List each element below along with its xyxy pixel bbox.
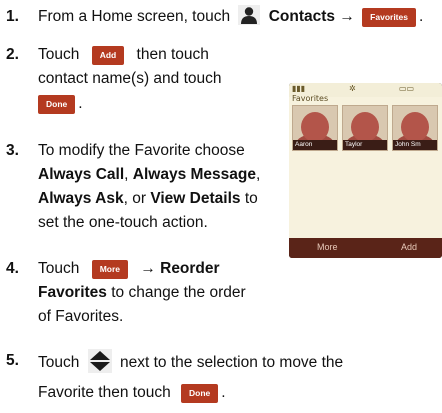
step-text: Touch bbox=[38, 260, 80, 277]
step-punct: . bbox=[78, 95, 83, 112]
step-punct: , bbox=[256, 166, 261, 183]
step-text: set the one-touch action. bbox=[38, 214, 208, 231]
step-punct: , bbox=[124, 166, 129, 183]
step-text: to bbox=[244, 190, 258, 207]
favorite-tile[interactable]: Aaron bbox=[292, 105, 338, 151]
contacts-label: Contacts → bbox=[268, 8, 355, 25]
step-text: of Favorites. bbox=[38, 308, 124, 325]
step-punct: . bbox=[221, 384, 226, 401]
step-number: 1. bbox=[6, 8, 19, 25]
add-button[interactable]: Add bbox=[91, 46, 125, 65]
softkey-add[interactable]: Add bbox=[401, 242, 417, 252]
step-number: 2. bbox=[6, 46, 19, 63]
step-text: , or bbox=[123, 190, 146, 207]
reorder-label: → Reorder bbox=[140, 260, 220, 277]
step-text: then touch bbox=[136, 46, 209, 63]
step-number: 4. bbox=[6, 260, 19, 277]
favorites-label: Favorites bbox=[38, 284, 107, 301]
favorites-button[interactable]: Favorites bbox=[362, 8, 416, 27]
step-text: next to the selection to move the bbox=[120, 354, 344, 371]
step-text: Touch bbox=[38, 46, 80, 63]
option-always-message: Always Message bbox=[132, 166, 256, 183]
phone-softkey-bar: More Add bbox=[289, 238, 442, 258]
signal-icon: ▮▮▮ bbox=[292, 84, 306, 93]
step-text: Touch bbox=[38, 354, 80, 371]
step-number: 5. bbox=[6, 352, 19, 369]
option-always-ask: Always Ask bbox=[38, 190, 124, 207]
step-text: To modify the Favorite choose bbox=[38, 142, 245, 159]
contact-name: John Sm bbox=[393, 140, 437, 150]
favorite-tile[interactable]: John Sm bbox=[392, 105, 438, 151]
favorites-screen: Favorites Aaron Taylor John Sm bbox=[289, 94, 442, 238]
step-text: From a Home screen, touch bbox=[38, 8, 231, 25]
done-button[interactable]: Done bbox=[181, 384, 219, 403]
softkey-more[interactable]: More bbox=[317, 242, 338, 252]
step-number: 3. bbox=[6, 142, 19, 159]
contact-name: Aaron bbox=[293, 140, 337, 150]
contact-name: Taylor bbox=[343, 140, 387, 150]
done-button[interactable]: Done bbox=[38, 95, 76, 114]
battery-icon: ▭▭ bbox=[399, 84, 415, 93]
contacts-person-icon bbox=[238, 5, 261, 33]
phone-screenshot: ▮▮▮ ✲ ▭▭ Favorites Aaron Taylor John Sm … bbox=[289, 83, 442, 258]
bluetooth-icon: ✲ bbox=[349, 84, 356, 93]
step-text: to change the order bbox=[111, 284, 246, 301]
up-down-arrow-icon[interactable] bbox=[87, 349, 112, 381]
more-button[interactable]: More bbox=[91, 260, 128, 279]
option-view-details: View Details bbox=[150, 190, 241, 207]
favorites-title: Favorites bbox=[292, 94, 329, 103]
favorite-tile[interactable]: Taylor bbox=[342, 105, 388, 151]
step-punct: . bbox=[418, 8, 424, 25]
step-text: Favorite then touch bbox=[38, 384, 171, 401]
option-always-call: Always Call bbox=[38, 166, 125, 183]
step-text: contact name(s) and touch bbox=[38, 70, 222, 87]
